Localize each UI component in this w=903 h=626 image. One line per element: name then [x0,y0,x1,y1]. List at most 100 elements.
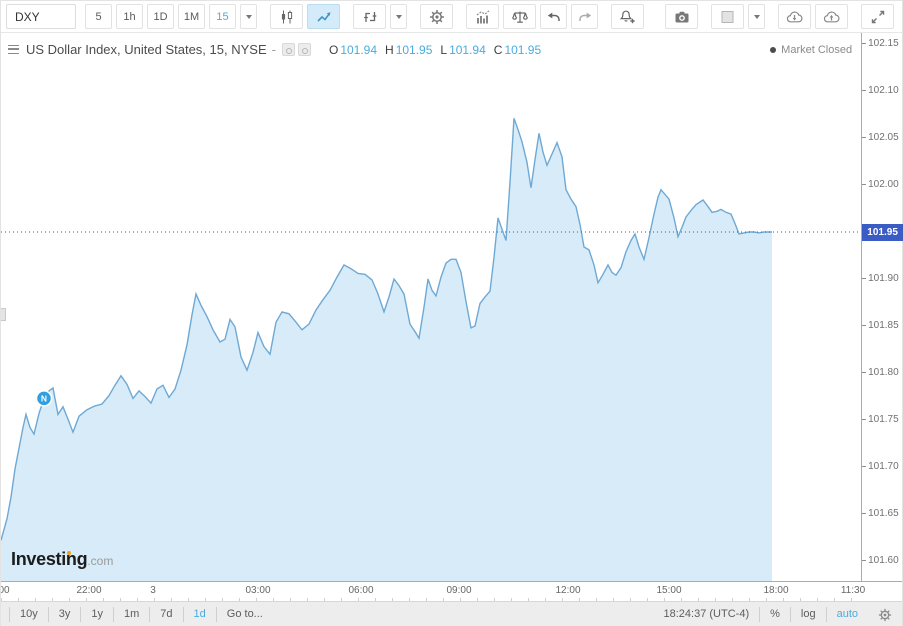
top-toolbar: DXY 5 1h 1D 1M 15 [1,1,902,33]
symbol-input[interactable]: DXY [6,4,76,29]
high-value: 101.95 [396,43,433,57]
open-label: O [329,43,338,57]
settings-button[interactable] [420,4,453,29]
low-value: 101.94 [449,43,486,57]
chevron-down-icon [246,15,252,19]
load-layout-button[interactable] [778,4,811,29]
percent-scale-button[interactable]: % [760,607,791,622]
cloud-download-icon [786,9,803,25]
chart-legend: US Dollar Index, United States, 15, NYSE… [8,42,541,57]
ohlc-values: O101.94 H101.95 L101.94 C101.95 [321,43,541,57]
line-chart-icon [316,9,332,25]
range-button-1d-selected[interactable]: 1d [184,607,217,622]
undo-arrow-icon [546,9,562,25]
axis-settings-button[interactable] [868,608,894,622]
logo-suffix: .com [87,554,113,568]
high-label: H [385,43,394,57]
price-tick-label: 102.10 [868,85,899,96]
interval-dropdown-button[interactable] [240,4,257,29]
line-chart-button-selected[interactable] [307,4,340,29]
auto-scale-button[interactable]: auto [827,607,868,622]
menu-trigram-icon[interactable] [8,45,19,54]
symbol-text: DXY [15,10,40,24]
undo-button[interactable] [540,4,567,29]
legend-style-icon[interactable] [282,43,295,56]
camera-icon [674,9,690,25]
close-value: 101.95 [504,43,541,57]
price-area-chart: N [1,33,861,581]
left-edge-toolbar-handle[interactable] [1,308,6,321]
market-status-dot-icon [770,47,776,53]
log-scale-button[interactable]: log [791,607,827,622]
toolbar-right-group [665,4,902,29]
fullscreen-button[interactable] [861,4,894,29]
price-tick-label: 101.90 [868,273,899,284]
open-value: 101.94 [340,43,377,57]
interval-label: 15 [216,11,228,23]
interval-button-1m[interactable]: 1M [178,4,205,29]
go-to-button[interactable]: Go to... [217,607,273,622]
price-tick-label: 101.85 [868,320,899,331]
chart-plot-area[interactable]: N US Dollar Index, United States, 15, NY… [1,33,861,581]
price-tick-label: 101.65 [868,508,899,519]
redo-button[interactable] [571,4,598,29]
interval-button-1d[interactable]: 1D [147,4,174,29]
indicators-button[interactable] [466,4,499,29]
compare-button[interactable] [503,4,536,29]
indicators-icon [475,9,491,25]
time-tick-label: 03:00 [245,585,270,596]
layout-template-button[interactable] [711,4,744,29]
interval-button-15m-selected[interactable]: 15 [209,4,236,29]
price-tick-label: 101.60 [868,555,899,566]
interval-button-1h[interactable]: 1h [116,4,143,29]
candlestick-chart-button[interactable] [270,4,303,29]
price-tick-label: 102.05 [868,132,899,143]
step-style-icon [362,9,378,25]
layout-dropdown-button[interactable] [748,4,765,29]
chart-style-steps-button[interactable] [353,4,386,29]
layout-square-icon [720,9,736,25]
range-button-3y[interactable]: 3y [49,607,82,622]
range-button-1y[interactable]: 1y [81,607,114,622]
news-marker-letter: N [41,393,47,403]
close-label: C [494,43,503,57]
price-axis[interactable]: 101.95 102.15102.10102.05102.00101.95101… [861,33,902,581]
interval-label: 1M [184,11,199,23]
range-button-7d[interactable]: 7d [150,607,183,622]
price-tick-label: 101.75 [868,414,899,425]
alert-bell-icon [619,9,636,25]
market-status-label: Market Closed [781,44,852,56]
low-label: L [440,43,447,57]
interval-label: 1h [123,11,135,23]
time-tick-label: 11:30 [841,585,865,596]
fullscreen-icon [870,9,886,25]
snapshot-button[interactable] [665,4,698,29]
time-tick-label: 18:00 [763,585,788,596]
gear-icon [429,9,445,25]
save-layout-button[interactable] [815,4,848,29]
redo-arrow-icon [577,9,593,25]
add-alert-button[interactable] [611,4,644,29]
time-tick-label: 06:00 [348,585,373,596]
scales-icon [512,9,528,25]
bottom-toolbar: 10y 3y 1y 1m 7d 1d Go to... 18:24:37 (UT… [1,601,902,626]
range-button-10y[interactable]: 10y [9,607,49,622]
candlestick-icon [279,9,295,25]
interval-label: 1D [153,11,167,23]
range-button-1m[interactable]: 1m [114,607,150,622]
chart-style-dropdown-button[interactable] [390,4,407,29]
time-tick-label: 22:00 [76,585,101,596]
interval-button-5m[interactable]: 5 [85,4,112,29]
time-tick-label: 00 [1,585,10,596]
legend-separator: - [272,42,276,57]
gear-icon [878,608,892,622]
time-axis[interactable]: 0022:00303:0006:0009:0012:0015:0018:0011… [1,582,902,601]
time-tick-label: 12:00 [555,585,580,596]
price-tick-label: 102.00 [868,179,899,190]
price-tick-label: 101.80 [868,367,899,378]
legend-title: US Dollar Index, United States, 15, NYSE [26,42,267,57]
market-status: Market Closed [770,44,852,56]
legend-settings-icon[interactable] [298,43,311,56]
logo-text: Investing [11,549,87,569]
logo-orange-dot [67,551,71,555]
